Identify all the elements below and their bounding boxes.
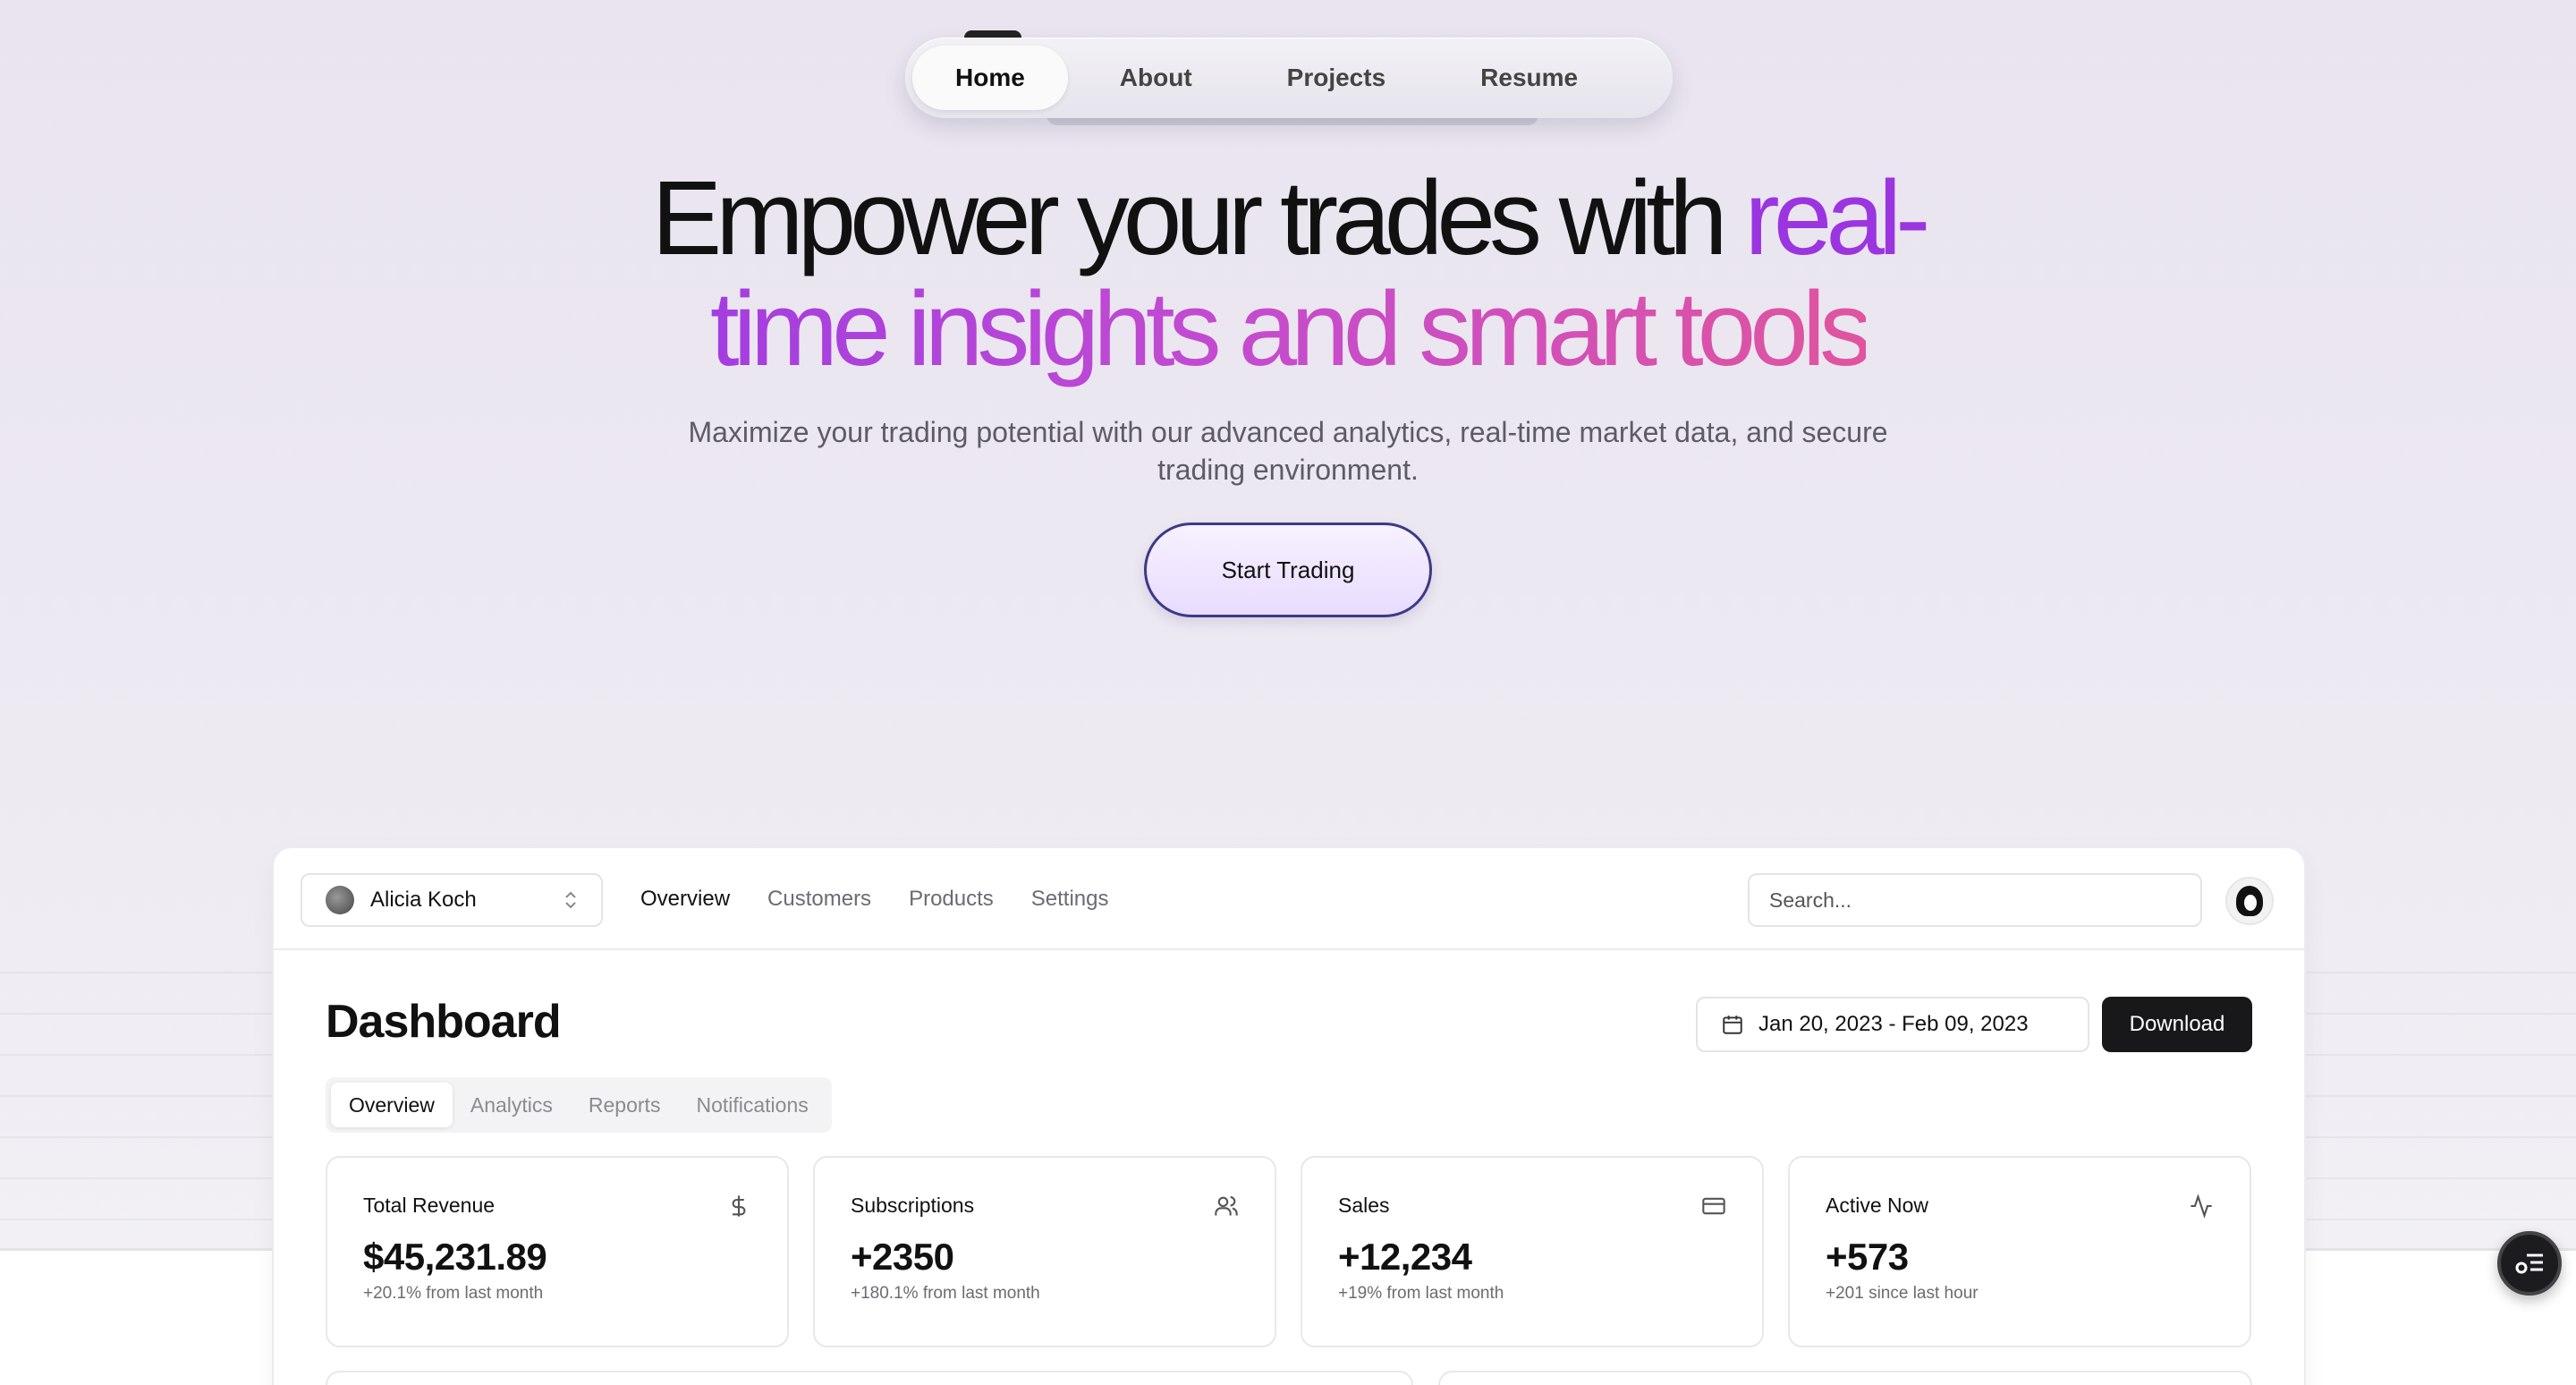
- user-avatar-image: [2236, 886, 2263, 916]
- stat-note: +20.1% from last month: [363, 1284, 544, 1303]
- tab-notifications[interactable]: Notifications: [678, 1083, 826, 1127]
- stat-value: $45,231.89: [363, 1236, 547, 1278]
- team-name: Alicia Koch: [370, 888, 477, 912]
- dashboard-preview: Alicia Koch Overview Customers Products …: [274, 848, 2304, 1385]
- overview-chart-card: [326, 1371, 1413, 1385]
- main-nav-overview[interactable]: Overview: [640, 887, 730, 912]
- stats-row: Total Revenue $45,231.89 +20.1% from las…: [326, 1156, 2275, 1347]
- top-nav: Home About Projects Resume: [905, 38, 1673, 118]
- credit-card-icon: [1702, 1197, 1725, 1215]
- dollar-icon: [732, 1195, 746, 1217]
- team-avatar: [326, 886, 354, 914]
- hero-subtitle: Maximize your trading potential with our…: [688, 416, 1888, 486]
- hero-title-accent-2: time insights and smart tools: [709, 270, 1872, 388]
- stat-note: +180.1% from last month: [851, 1284, 1040, 1303]
- stat-title: Sales: [1338, 1194, 1390, 1217]
- dashboard-tabs: Overview Analytics Reports Notifications: [326, 1077, 832, 1133]
- dashboard-main-nav: Overview Customers Products Settings: [640, 848, 1147, 950]
- stat-note: +201 since last hour: [1826, 1284, 1979, 1303]
- stat-value: +12,234: [1338, 1236, 1472, 1278]
- user-avatar[interactable]: [2225, 877, 2274, 925]
- start-trading-button[interactable]: Start Trading: [1144, 523, 1432, 617]
- stat-note: +19% from last month: [1338, 1284, 1504, 1303]
- stat-title: Subscriptions: [851, 1194, 975, 1217]
- stat-title: Active Now: [1826, 1194, 1929, 1217]
- hero-title: Empower your trades with real- time insi…: [0, 163, 2576, 385]
- stat-value: +573: [1826, 1236, 1909, 1278]
- hero-title-plain: Empower your trades with: [651, 159, 1745, 277]
- stat-card-active-now: Active Now +573 +201 since last hour: [1788, 1156, 2251, 1347]
- stat-card-total-revenue: Total Revenue $45,231.89 +20.1% from las…: [326, 1156, 789, 1347]
- nav-item-projects[interactable]: Projects: [1244, 46, 1429, 110]
- dashboard-header: Alicia Koch Overview Customers Products …: [274, 848, 2304, 950]
- list-settings-icon: [2515, 1253, 2543, 1274]
- recent-sales-card: [1438, 1371, 2252, 1385]
- stat-value: +2350: [851, 1236, 954, 1278]
- stat-card-sales: Sales +12,234 +19% from last month: [1301, 1156, 1764, 1347]
- main-nav-products[interactable]: Products: [909, 887, 994, 912]
- activity-icon: [2190, 1194, 2212, 1219]
- date-range-picker[interactable]: Jan 20, 2023 - Feb 09, 2023: [1696, 997, 2089, 1052]
- nav-item-about[interactable]: About: [1077, 46, 1235, 110]
- search-input[interactable]: [1748, 873, 2202, 927]
- tab-overview[interactable]: Overview: [331, 1083, 453, 1127]
- stat-title: Total Revenue: [363, 1194, 496, 1217]
- stat-card-subscriptions: Subscriptions +2350 +180.1% from last mo…: [813, 1156, 1276, 1347]
- team-switcher[interactable]: Alicia Koch: [301, 873, 603, 927]
- floating-menu-button[interactable]: [2497, 1231, 2562, 1296]
- date-range-label: Jan 20, 2023 - Feb 09, 2023: [1758, 1012, 2029, 1036]
- download-button[interactable]: Download: [2102, 997, 2252, 1052]
- hero-title-accent-1: real-: [1744, 159, 1930, 277]
- chevron-up-down-icon: [564, 890, 578, 910]
- tab-analytics[interactable]: Analytics: [453, 1083, 571, 1127]
- nav-item-resume[interactable]: Resume: [1437, 46, 1621, 110]
- page-title: Dashboard: [326, 996, 562, 1048]
- main-nav-settings[interactable]: Settings: [1031, 887, 1109, 912]
- calendar-icon: [1723, 1015, 1742, 1034]
- nav-item-home[interactable]: Home: [912, 46, 1068, 110]
- tab-reports[interactable]: Reports: [571, 1083, 679, 1127]
- users-icon: [1215, 1196, 1238, 1216]
- main-nav-customers[interactable]: Customers: [767, 887, 871, 912]
